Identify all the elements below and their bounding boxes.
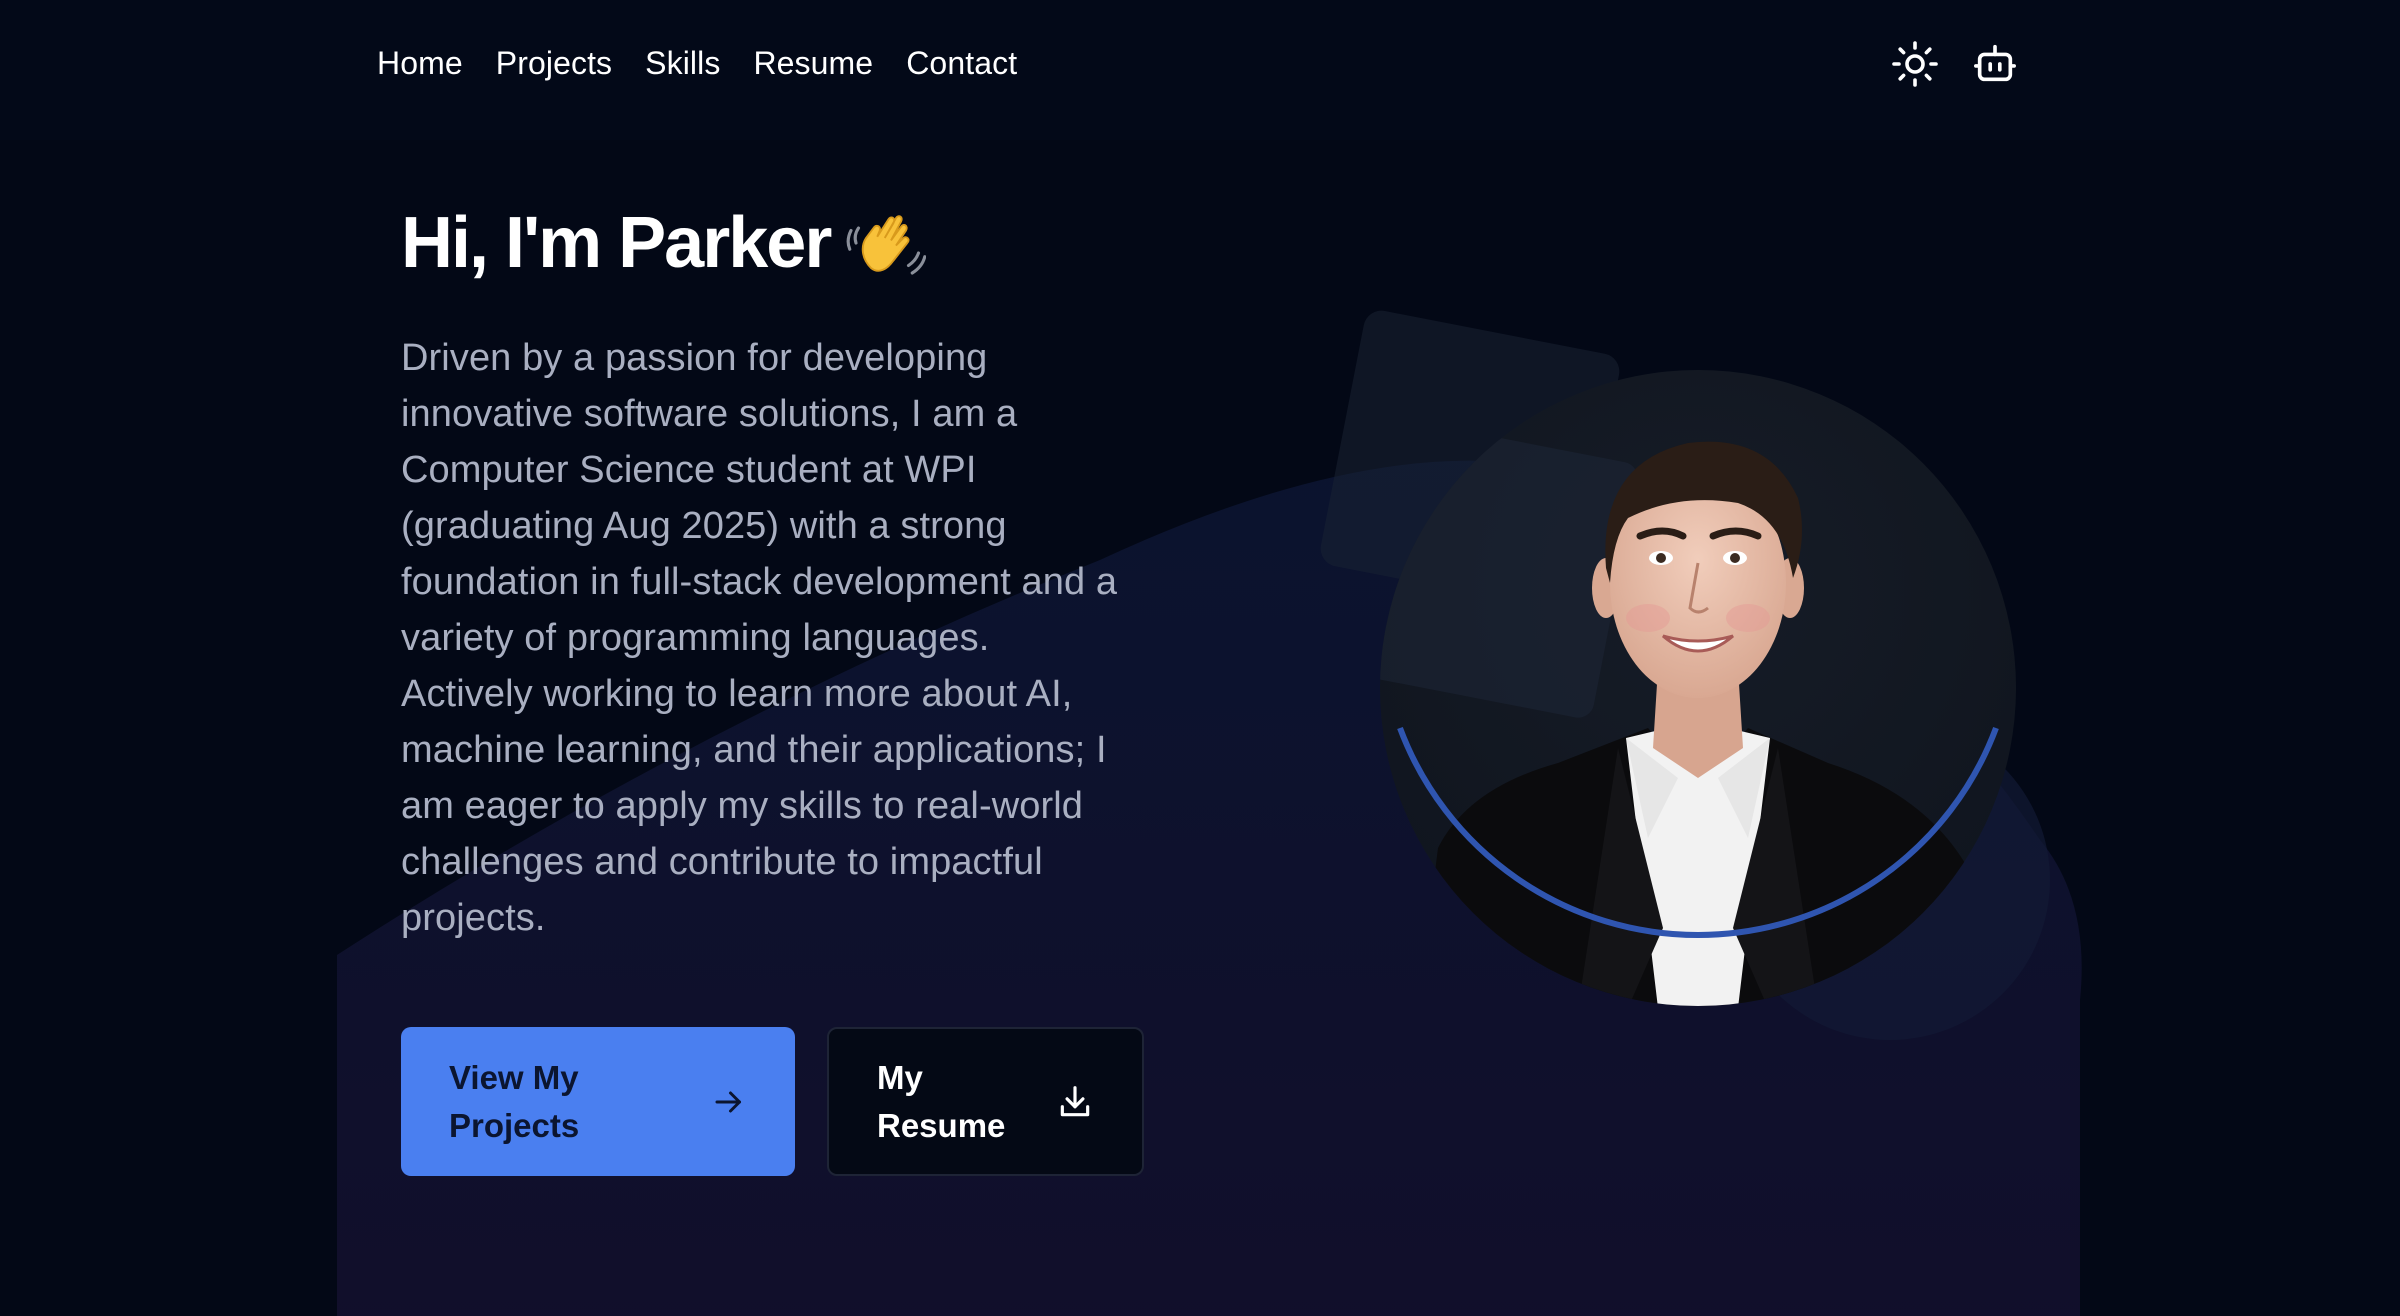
theme-toggle-button[interactable] [1890,36,1940,92]
hero-title: Hi, I'm Parker [401,195,927,291]
nav-link-skills[interactable]: Skills [645,40,720,86]
view-projects-button[interactable]: View My Projects [401,1027,795,1176]
main-nav: Home Projects Skills Resume Contact [377,40,1050,86]
hero-title-text: Hi, I'm Parker [401,203,832,283]
background-decoration [0,0,2400,1316]
resume-download-label: My Resume [877,1058,1006,1144]
robot-icon [1974,44,2016,82]
nav-link-contact[interactable]: Contact [906,40,1017,86]
nav-link-resume[interactable]: Resume [753,40,873,86]
hero-description: Driven by a passion for developing innov… [401,337,1118,939]
waving-hand-icon [846,215,927,275]
nav-link-home[interactable]: Home [377,40,463,86]
nav-link-projects[interactable]: Projects [496,40,612,86]
portfolio-page: Home Projects Skills Resume Contact Hi, … [0,0,2400,1316]
sun-icon [1892,41,1938,87]
resume-download-button[interactable]: My Resume [827,1027,1144,1176]
download-icon [1060,1085,1090,1116]
arrow-right-icon [715,1091,741,1112]
chatbot-button[interactable] [1970,36,2020,92]
nav-actions [1890,36,2020,92]
view-projects-label: View My Projects [449,1058,580,1144]
profile-photo [1380,370,2016,1006]
